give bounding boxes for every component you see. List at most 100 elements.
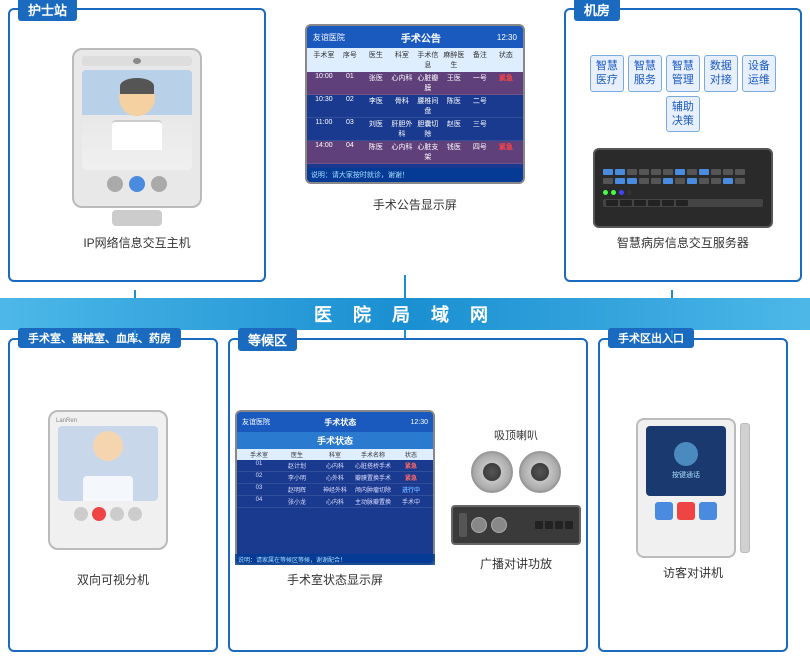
surgery-entrance-label: 手术区出入口	[608, 328, 694, 348]
ip-host-stand	[112, 210, 162, 226]
status-screen-group: 友谊医院 手术状态 12:30 手术状态 手术室 医生 科室 手术名称 状态	[235, 410, 435, 588]
port-bar	[603, 199, 763, 207]
vi-screen: 按键通话	[646, 426, 726, 496]
vi-btn-3	[699, 502, 717, 520]
bidir-monitor-label: 双向可视分机	[77, 571, 149, 588]
surgery-rooms-content: LanRen 双向可视分机	[10, 348, 216, 650]
top-row: 护士站	[0, 0, 810, 290]
nurse-station-section: 护士站	[8, 8, 266, 282]
status-screen-wrapper: 友谊医院 手术状态 12:30 手术状态 手术室 医生 科室 手术名称 状态	[235, 410, 435, 565]
camera-dot	[133, 58, 141, 64]
bidir-controls	[74, 507, 142, 521]
drive-19	[675, 178, 685, 184]
led-2	[611, 190, 616, 195]
machine-room-section: 机房 智慧医疗 智慧服务 智慧管理 数据对接 设备运维 辅助决策	[564, 8, 802, 282]
drive-6	[663, 169, 673, 175]
drive-18	[663, 178, 673, 184]
module-service: 智慧服务	[628, 55, 662, 92]
bidir-btn-3	[110, 507, 124, 521]
speakers-group: 吸顶喇叭	[451, 427, 581, 572]
amp-port-3	[555, 521, 563, 529]
drive-8	[687, 169, 697, 175]
control-btn-1	[107, 176, 123, 192]
control-btn-2	[129, 176, 145, 192]
bidir-btn-1	[74, 507, 88, 521]
module-manage: 智慧管理	[666, 55, 700, 92]
amp-ports	[535, 521, 573, 529]
drive-row-1	[603, 169, 763, 175]
surgery-entrance-section: 手术区出入口 按键通话 访客对讲机	[598, 338, 788, 652]
drive-15	[627, 178, 637, 184]
doctor-coat	[112, 120, 162, 150]
drive-11	[723, 169, 733, 175]
drive-7	[675, 169, 685, 175]
drive-24	[735, 178, 745, 184]
bidir-screen	[58, 426, 158, 501]
ss-title: 手术状态	[324, 417, 356, 428]
nurse-station-content: IP网络信息交互主机	[10, 18, 264, 280]
server-wrapper	[593, 148, 773, 228]
speaker-1	[471, 451, 513, 493]
screen-row-4: 14:00 04 陈医 心内科 心脏支架 钱医 四号 紧急	[307, 141, 523, 164]
screen-cols: 手术室 序号 医生 科室 手术信息 麻醉医生 备注 状态	[307, 48, 523, 72]
vi-buttons	[655, 502, 717, 520]
control-btn-3	[151, 176, 167, 192]
screen-time: 12:30	[497, 33, 517, 42]
vi-text: 按键通话	[672, 470, 700, 480]
led-1	[603, 190, 608, 195]
bidir-btn-4	[128, 507, 142, 521]
drive-2	[615, 169, 625, 175]
screen-row-3: 11:00 03 刘医 肝胆外科 胆囊切除 赵医 三号	[307, 118, 523, 141]
surgery-announce-screen: 友谊医院 手术公告 12:30 手术室 序号 医生 科室 手术信息 麻醉医生 备…	[305, 24, 525, 184]
bidir-btn-2	[92, 507, 106, 521]
amp-knob-2	[491, 517, 507, 533]
vi-btn-2	[677, 502, 695, 520]
ss-footer: 说明：请家属在等候区等候，谢谢配合！	[235, 554, 435, 565]
module-badges: 智慧医疗 智慧服务 智慧管理 数据对接 设备运维 辅助决策	[574, 47, 792, 140]
bottom-row: 手术室、器械室、血库、药房 LanRen	[0, 330, 810, 660]
server-label: 智慧病房信息交互服务器	[617, 234, 749, 251]
speakers-section: 吸顶喇叭	[471, 427, 561, 493]
side-rail	[740, 423, 750, 553]
ip-host-wrapper	[72, 48, 202, 228]
led-4	[627, 190, 632, 195]
network-label: 医 院 局 域 网	[314, 301, 496, 327]
surgery-rooms-section: 手术室、器械室、血库、药房 LanRen	[8, 338, 218, 652]
module-device: 设备运维	[742, 55, 776, 92]
screen-title: 手术公告	[401, 30, 441, 45]
vi-btn-1	[655, 502, 673, 520]
machine-room-content: 智慧医疗 智慧服务 智慧管理 数据对接 设备运维 辅助决策	[566, 18, 800, 280]
amp-port-2	[545, 521, 553, 529]
hospital-name: 友谊医院	[313, 32, 345, 43]
ss-hospital: 友谊医院	[242, 417, 270, 427]
amplifier-device	[451, 505, 581, 545]
module-data: 数据对接	[704, 55, 738, 92]
drive-21	[699, 178, 709, 184]
module-medical: 智慧医疗	[590, 55, 624, 92]
bidir-monitor-device: LanRen	[48, 410, 168, 550]
visitor-intercom-wrapper: 按键通话	[636, 418, 750, 558]
bidir-monitor-wrapper: LanRen	[48, 410, 178, 565]
port-3	[634, 200, 646, 206]
drive-22	[711, 178, 721, 184]
drive-20	[687, 178, 697, 184]
drive-4	[639, 169, 649, 175]
port-4	[648, 200, 660, 206]
ss-row-1: 01 赵计划 心内科 心脏搭桥手术 紧急	[237, 460, 433, 472]
drive-12	[735, 169, 745, 175]
drive-row-2	[603, 178, 763, 184]
drive-3	[627, 169, 637, 175]
drive-9	[699, 169, 709, 175]
speaker-2	[519, 451, 561, 493]
drive-1	[603, 169, 613, 175]
ss-time: 12:30	[410, 419, 428, 426]
ss-row-2: 02 李小明 心外科 瓣膜置换手术 紧急	[237, 472, 433, 484]
led-3	[619, 190, 624, 195]
screen-footer: 说明：请大家按时就诊，谢谢！	[307, 168, 523, 182]
port-5	[662, 200, 674, 206]
speaker-2-inner	[531, 463, 549, 481]
waiting-area-content: 友谊医院 手术状态 12:30 手术状态 手术室 医生 科室 手术名称 状态	[230, 348, 586, 650]
amp-knob-1	[471, 517, 487, 533]
drive-14	[615, 178, 625, 184]
surgery-announce-section: 友谊医院 手术公告 12:30 手术室 序号 医生 科室 手术信息 麻醉医生 备…	[276, 8, 554, 282]
